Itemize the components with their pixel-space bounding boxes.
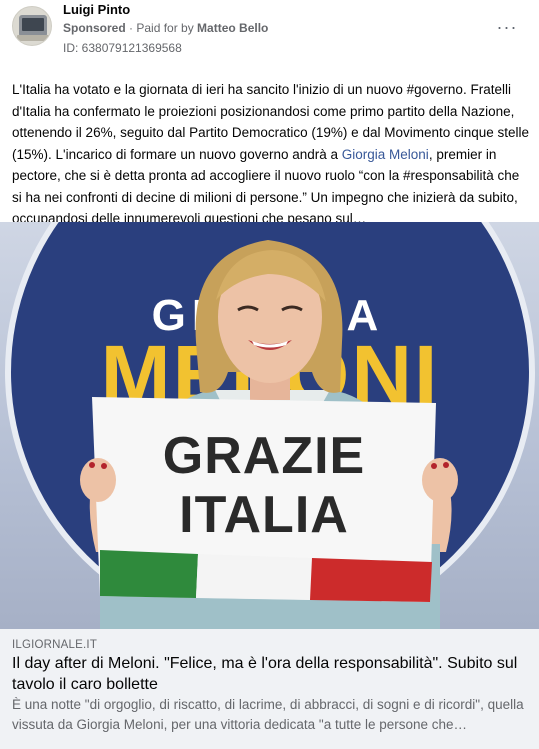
post-header: Luigi Pinto Sponsored · Paid for by Matt… (0, 0, 539, 64)
sign-line2: ITALIA (179, 486, 349, 544)
author-name[interactable]: Luigi Pinto (63, 2, 130, 17)
ad-id: ID: 638079121369568 (63, 41, 182, 55)
more-options-button[interactable]: ··· (494, 14, 520, 40)
link-description: È una notte "di orgoglio, di riscatto, d… (12, 697, 524, 732)
photo-illustration: GIORGIA MELONI (5, 222, 535, 629)
avatar-frame (19, 15, 47, 37)
link-preview[interactable]: ILGIORNALE.IT Il day after di Meloni. "F… (0, 629, 539, 749)
mention-link[interactable]: Giorgia Meloni (342, 147, 429, 162)
post-text: L'Italia ha votato e la giornata di ieri… (12, 79, 532, 230)
avatar-base (17, 35, 49, 41)
post-image[interactable]: GIORGIA MELONI (0, 222, 539, 629)
sponsored-label[interactable]: Sponsored (63, 21, 126, 35)
author-avatar[interactable] (12, 6, 52, 46)
meta-separator: · (125, 21, 137, 35)
link-domain: ILGIORNALE.IT (12, 639, 98, 651)
sponsored-post: Luigi Pinto Sponsored · Paid for by Matt… (0, 0, 539, 749)
sponsored-meta: Sponsored · Paid for by Matteo Bello (63, 21, 268, 35)
flag-red (310, 558, 432, 602)
paid-by-prefix: Paid for by (136, 21, 198, 35)
more-horizontal-icon: ··· (496, 17, 518, 37)
sign-line1: GRAZIE (163, 427, 365, 485)
payer-name[interactable]: Matteo Bello (197, 21, 268, 35)
flag-green (100, 550, 198, 598)
link-title[interactable]: Il day after di Meloni. "Felice, ma è l'… (12, 654, 528, 695)
flag-white (196, 554, 312, 600)
